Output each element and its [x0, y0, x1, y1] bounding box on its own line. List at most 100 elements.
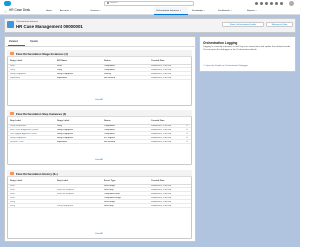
setup-gear-icon[interactable]	[275, 2, 278, 5]
manage-in-flow-button[interactable]: Manage in Flow	[266, 22, 293, 27]
column-header-status[interactable]: Status	[104, 60, 111, 62]
chevron-down-icon[interactable]: ▼	[255, 11, 257, 12]
tab-details[interactable]: Details	[30, 40, 38, 43]
nav-item-label: Contacts	[90, 10, 99, 12]
column-header-step-label[interactable]: Step Label	[10, 120, 21, 122]
add-icon[interactable]	[260, 2, 263, 5]
stage-label: Notify & Approve	[57, 132, 74, 135]
stage-instances-view-all-link[interactable]: View All	[95, 99, 103, 101]
step-label-link[interactable]: Get Tagged Approver Team	[10, 133, 55, 136]
record-type: Orchestration Instance	[16, 21, 39, 24]
step-label-link[interactable]: Verify Requestor	[57, 205, 73, 208]
column-header-created-date[interactable]: Created Date	[151, 120, 165, 122]
tab-related[interactable]: Related	[9, 40, 18, 43]
salesforce-logo[interactable]	[4, 1, 11, 6]
step-label-link[interactable]: Run Case in Approval Queue	[10, 129, 55, 132]
chevron-down-icon[interactable]: ▼	[180, 11, 182, 12]
row-actions-icon[interactable]: ▼	[186, 137, 188, 139]
nav-item-knowledge[interactable]: Knowledge▼	[192, 10, 205, 14]
chevron-down-icon[interactable]: ▼	[230, 11, 232, 12]
stage-label-link[interactable]: Draft	[10, 65, 15, 68]
stage-label-link[interactable]: Draft	[10, 185, 15, 188]
stage-label-link[interactable]: Notify & Approve	[10, 73, 26, 76]
nav-item-orchestration-instances[interactable]: Orchestration Instances▼	[156, 10, 181, 14]
flow-stage-icon	[10, 51, 14, 56]
status: Completed	[104, 68, 115, 71]
column-header-step-label[interactable]: Step Label	[57, 180, 68, 182]
flow-history-icon	[10, 171, 14, 176]
nav-item-accounts[interactable]: Accounts▼	[60, 10, 71, 14]
step-label-link[interactable]: Verify Requestor	[10, 125, 55, 128]
nav-item-contacts[interactable]: Contacts▼	[90, 10, 101, 14]
step-label-link[interactable]: Draft the Request	[57, 189, 74, 192]
event-type: Start Stage	[104, 184, 115, 187]
event-type: Start Step	[104, 188, 114, 191]
help-icon[interactable]	[270, 2, 273, 5]
favorites-icon[interactable]	[255, 2, 258, 5]
stage-label: Notify & Approve	[57, 136, 74, 139]
history-title[interactable]: Flow Orchestration History (6+)	[16, 172, 58, 176]
api-name: Verify	[57, 68, 63, 71]
nav-item-dashboards[interactable]: Dashboards▼	[218, 10, 232, 14]
created-date: 10/06/2021, 2:38 PM	[151, 188, 172, 191]
logging-panel-title: Orchestration Logging	[203, 40, 238, 45]
stage-label-link[interactable]: Draft	[10, 189, 15, 192]
event-type: Completed Step	[104, 192, 120, 195]
status: In Progress	[104, 136, 116, 139]
created-date: 10/06/2021, 2:38 PM	[151, 196, 172, 199]
created-date: 10/06/2021, 2:38 PM	[151, 64, 172, 67]
chevron-down-icon[interactable]: ▼	[99, 11, 101, 12]
column-header-status[interactable]: Status	[104, 120, 111, 122]
nav-item-home[interactable]: Home	[46, 10, 52, 13]
column-header-api-name[interactable]: API Name	[57, 60, 67, 62]
notifications-bell-icon[interactable]	[280, 2, 283, 5]
open-debugger-link[interactable]: ↗ Open the Details in Orchestration Debu…	[203, 64, 248, 67]
step-label-link[interactable]: Resolve Case	[10, 141, 55, 144]
app-name: HR Case Desk	[9, 8, 31, 13]
created-date: 10/06/2021, 2:38 PM	[151, 68, 172, 71]
open-debugger-link-label: Open the Details in Orchestration Debugg…	[205, 64, 249, 67]
status: Completed	[104, 132, 115, 135]
chevron-down-icon[interactable]: ▼	[203, 11, 205, 12]
event-type: Completed Stage	[104, 196, 121, 199]
created-date: 10/06/2021, 2:38 PM	[151, 192, 172, 195]
orchestration-record-icon	[7, 21, 14, 28]
stage-label-link[interactable]: Verify	[10, 205, 15, 208]
trailhead-icon[interactable]	[265, 2, 268, 5]
stage-instances-title[interactable]: Flow Orchestration Stage Instances (4)	[16, 52, 68, 56]
column-header-created-date[interactable]: Created Date	[151, 60, 165, 62]
status: Waiting	[104, 72, 112, 75]
step-label-link[interactable]: Draft the Request	[57, 193, 74, 196]
column-header-stage-label[interactable]: Stage Label	[57, 120, 69, 122]
show-orchestration-details-button[interactable]: Show Orchestration Details	[222, 22, 264, 27]
column-header-event-type[interactable]: Event Type	[104, 180, 116, 182]
chevron-down-icon[interactable]: ▼	[70, 11, 72, 12]
nav-item-reports[interactable]: Reports▼	[247, 10, 257, 14]
column-header-stage-label[interactable]: Stage Label	[10, 180, 22, 182]
record-title: HR Case Management 00000001	[16, 24, 83, 30]
row-actions-icon[interactable]: ▼	[186, 129, 188, 131]
nav-item-label: Accounts	[60, 10, 69, 12]
step-instances-title[interactable]: Flow Orchestration Step Instances (4)	[16, 112, 66, 116]
step-label-link[interactable]: Notify & Approve	[10, 137, 55, 140]
app-launcher-icon[interactable]	[3, 9, 7, 13]
global-search-input[interactable]: Search...	[104, 1, 194, 6]
stage-label-link[interactable]: Implement	[10, 77, 20, 80]
row-actions-icon[interactable]: ▼	[186, 133, 188, 135]
nav-item-label: Dashboards	[218, 10, 230, 12]
api-name: Implement	[57, 76, 68, 79]
api-name: Draft	[57, 64, 62, 67]
flow-step-icon	[10, 111, 14, 116]
row-actions-icon[interactable]: ▼	[186, 125, 188, 127]
status: Not Started	[104, 140, 116, 143]
stage-label-link[interactable]: Verify	[10, 69, 15, 72]
stage-label-link[interactable]: Verify	[10, 201, 15, 204]
column-header-stage-label[interactable]: Stage Label	[10, 60, 22, 62]
logging-panel-description: Logging is currently activated, so we'll…	[203, 46, 291, 51]
stage-label-link[interactable]: Draft	[10, 193, 15, 196]
row-actions-icon[interactable]: ▼	[186, 141, 188, 143]
stage-label-link[interactable]: Draft	[10, 197, 15, 200]
column-header-created-date[interactable]: Created Date	[151, 180, 165, 182]
step-instances-view-all-link[interactable]: View All	[95, 159, 103, 161]
history-view-all-link[interactable]: View All	[95, 233, 103, 235]
